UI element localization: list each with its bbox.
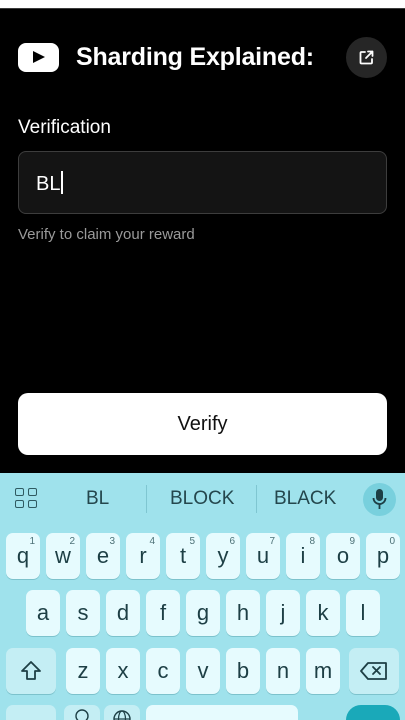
key-hint: 0 — [389, 536, 395, 547]
suggestion-divider — [146, 485, 147, 513]
verify-button[interactable]: Verify — [18, 393, 387, 455]
verification-label: Verification — [18, 117, 111, 138]
on-screen-keyboard: BL BLOCK BLACK q1w2e3r4t5y6u7i8o9p0 a s d f g… — [0, 473, 405, 720]
space-key[interactable] — [146, 705, 298, 720]
key-j[interactable]: j — [266, 590, 300, 636]
key-label: a — [36, 600, 50, 625]
key-hint: 8 — [309, 536, 315, 547]
key-l[interactable]: l — [346, 590, 380, 636]
top-divider — [0, 8, 405, 9]
key-hint: 3 — [109, 536, 115, 547]
open-external-button[interactable] — [346, 37, 387, 78]
enter-key[interactable] — [346, 705, 400, 720]
key-d[interactable]: d — [106, 590, 140, 636]
key-hint: 7 — [269, 536, 275, 547]
key-hint: 4 — [149, 536, 155, 547]
page-title: Sharding Explained: — [76, 43, 314, 71]
emoji-icon — [75, 709, 89, 720]
key-h[interactable]: h — [226, 590, 260, 636]
key-w[interactable]: w2 — [46, 533, 80, 579]
key-y[interactable]: y6 — [206, 533, 240, 579]
emoji-key[interactable] — [64, 705, 100, 720]
top-status-strip — [0, 0, 405, 8]
voice-input-button[interactable] — [363, 483, 396, 516]
verification-input-value: BL — [36, 171, 63, 196]
key-label: m — [313, 658, 333, 683]
verification-input[interactable]: BL — [18, 151, 387, 214]
key-label: d — [116, 600, 130, 625]
key-label: s — [77, 600, 89, 625]
key-label: j — [280, 600, 286, 625]
key-label: h — [236, 600, 250, 625]
key-hint: 6 — [229, 536, 235, 547]
suggestion-bar: BL BLOCK BLACK — [0, 473, 405, 526]
key-hint: 2 — [69, 536, 75, 547]
key-m[interactable]: m — [306, 648, 340, 694]
backspace-icon — [360, 662, 387, 680]
suggestion-1[interactable]: BL — [86, 488, 109, 510]
shift-icon — [21, 661, 41, 680]
suggestion-3[interactable]: BLACK — [274, 488, 336, 510]
key-e[interactable]: e3 — [86, 533, 120, 579]
helper-text: Verify to claim your reward — [18, 226, 195, 243]
key-r[interactable]: r4 — [126, 533, 160, 579]
key-label: c — [157, 658, 169, 683]
language-key[interactable] — [104, 705, 140, 720]
suggestion-divider — [256, 485, 257, 513]
key-p[interactable]: p0 — [366, 533, 400, 579]
key-label: f — [159, 600, 167, 625]
key-a[interactable]: a — [26, 590, 60, 636]
key-z[interactable]: z — [66, 648, 100, 694]
key-label: g — [196, 600, 210, 625]
key-hint: 9 — [349, 536, 355, 547]
symbols-key[interactable] — [6, 705, 56, 720]
key-q[interactable]: q1 — [6, 533, 40, 579]
apps-grid-icon[interactable] — [15, 488, 39, 510]
shift-key[interactable] — [6, 648, 56, 694]
key-label: x — [117, 658, 129, 683]
key-label: v — [197, 658, 209, 683]
key-g[interactable]: g — [186, 590, 220, 636]
key-k[interactable]: k — [306, 590, 340, 636]
globe-icon — [113, 710, 131, 720]
key-s[interactable]: s — [66, 590, 100, 636]
key-hint: 1 — [29, 536, 35, 547]
backspace-key[interactable] — [349, 648, 399, 694]
key-t[interactable]: t5 — [166, 533, 200, 579]
key-label: z — [77, 658, 89, 683]
key-i[interactable]: i8 — [286, 533, 320, 579]
key-n[interactable]: n — [266, 648, 300, 694]
key-hint: 5 — [189, 536, 195, 547]
microphone-icon — [372, 489, 387, 509]
key-b[interactable]: b — [226, 648, 260, 694]
key-label: n — [276, 658, 290, 683]
external-link-icon — [359, 50, 374, 65]
key-x[interactable]: x — [106, 648, 140, 694]
header: Sharding Explained: — [0, 26, 405, 88]
key-c[interactable]: c — [146, 648, 180, 694]
key-label: l — [360, 600, 366, 625]
key-u[interactable]: u7 — [246, 533, 280, 579]
key-label: b — [236, 658, 250, 683]
suggestion-2[interactable]: BLOCK — [170, 488, 234, 510]
youtube-logo-icon — [18, 43, 59, 72]
key-label: k — [317, 600, 329, 625]
key-o[interactable]: o9 — [326, 533, 360, 579]
key-f[interactable]: f — [146, 590, 180, 636]
key-v[interactable]: v — [186, 648, 220, 694]
